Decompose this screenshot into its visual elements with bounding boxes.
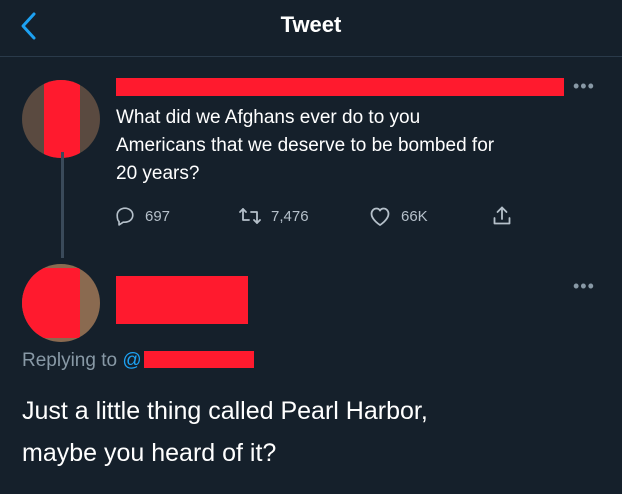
retweet-count: 7,476	[271, 207, 309, 225]
like-button[interactable]: 66K	[368, 203, 428, 229]
reply-tweet-text: Just a little thing called Pearl Harbor,…	[22, 397, 428, 467]
share-icon	[493, 206, 511, 225]
retweet-button[interactable]: 7,476	[238, 203, 309, 229]
thread-line	[61, 152, 64, 258]
avatar-redaction	[22, 268, 80, 338]
reply-author-name-redacted	[116, 276, 248, 324]
reply-icon	[116, 207, 134, 226]
page-title: Tweet	[280, 12, 342, 37]
like-count: 66K	[401, 207, 428, 225]
handle-prefix: @	[122, 350, 142, 371]
original-author-name-redacted	[116, 78, 564, 96]
retweet-icon	[239, 208, 261, 224]
replying-to-handle[interactable]: @	[122, 350, 254, 371]
heart-icon	[370, 207, 390, 226]
avatar-redaction	[44, 80, 80, 158]
original-tweet-text: What did we Afghans ever do to you Ameri…	[116, 107, 495, 184]
original-tweet-more-button[interactable]: •••	[573, 76, 595, 97]
top-bar: Tweet	[0, 0, 622, 57]
share-button[interactable]	[490, 203, 523, 229]
original-tweet-avatar[interactable]	[22, 80, 100, 158]
replying-to-line: Replying to @	[22, 350, 254, 372]
reply-count: 697	[145, 207, 171, 225]
handle-redacted	[143, 351, 254, 368]
reply-button[interactable]: 697	[114, 203, 170, 229]
reply-tweet-avatar[interactable]	[22, 264, 100, 342]
replying-to-label: Replying to	[22, 350, 118, 371]
reply-tweet-more-button[interactable]: •••	[573, 276, 595, 297]
